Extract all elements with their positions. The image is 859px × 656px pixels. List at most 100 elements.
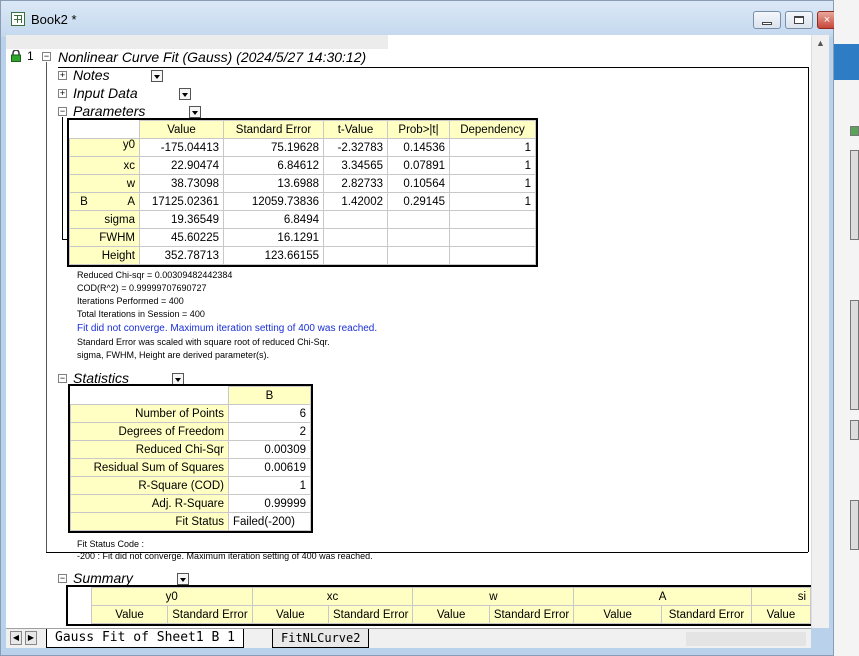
notes-dropdown[interactable] — [151, 70, 163, 82]
stat-value[interactable]: 0.00309 — [228, 440, 311, 459]
param-p[interactable] — [387, 228, 450, 247]
param-t[interactable]: 1.42002 — [323, 192, 388, 211]
report-sheet[interactable]: 1 − Nonlinear Curve Fit (Gauss) (2024/5/… — [6, 35, 811, 628]
collapse-statistics-toggle[interactable]: − — [58, 374, 67, 383]
collapse-summary-toggle[interactable]: − — [58, 574, 67, 583]
summary-group-sigma[interactable]: si — [750, 587, 811, 606]
param-t[interactable] — [323, 246, 388, 265]
summary-col-se[interactable]: Standard Error — [488, 605, 575, 624]
table-row[interactable]: Height 352.78713 123.66155 — [69, 246, 536, 265]
summary-col-value[interactable]: Value — [412, 605, 490, 624]
table-row[interactable]: w 38.73098 13.6988 2.82733 0.10564 1 — [69, 174, 536, 193]
param-value[interactable]: 22.90474 — [139, 156, 224, 175]
table-row[interactable]: FWHM 45.60225 16.1291 — [69, 228, 536, 247]
tab-gauss-fit[interactable]: Gauss Fit of Sheet1 B 1 — [46, 629, 245, 648]
parameters-dropdown[interactable] — [189, 106, 201, 118]
table-row[interactable]: Adj. R-Square 0.99999 — [70, 494, 311, 513]
section-statistics[interactable]: Statistics — [73, 370, 129, 386]
param-t[interactable]: -2.32783 — [323, 138, 388, 157]
table-row[interactable]: y0 -175.04413 75.19628 -2.32783 0.14536 … — [69, 138, 536, 157]
summary-col-se[interactable]: Standard Error — [167, 605, 253, 624]
section-input-data[interactable]: Input Data — [73, 85, 138, 101]
param-t[interactable] — [323, 228, 388, 247]
scroll-up-icon[interactable]: ▲ — [816, 38, 825, 48]
restore-button[interactable] — [785, 11, 813, 29]
expand-notes-toggle[interactable]: + — [58, 71, 67, 80]
summary-col-se[interactable]: Standard Error — [661, 605, 752, 624]
table-row[interactable]: Number of Points 6 — [70, 404, 311, 423]
col-header-value[interactable]: Value — [139, 120, 224, 139]
param-se[interactable]: 75.19628 — [223, 138, 324, 157]
horizontal-scrollbar[interactable] — [686, 632, 806, 646]
param-p[interactable] — [387, 246, 450, 265]
summary-group-y0[interactable]: y0 — [90, 587, 253, 606]
param-value[interactable]: -175.04413 — [139, 138, 224, 157]
stat-value[interactable]: 0.99999 — [228, 494, 311, 513]
section-parameters[interactable]: Parameters — [73, 103, 145, 119]
table-row[interactable]: Residual Sum of Squares 0.00619 — [70, 458, 311, 477]
col-header-b[interactable]: B — [228, 386, 311, 405]
tab-fitnlcurve2[interactable]: FitNLCurve2 — [272, 629, 370, 648]
param-dep[interactable]: 1 — [449, 156, 536, 175]
col-header-dependency[interactable]: Dependency — [449, 120, 536, 139]
table-row[interactable]: sigma 19.36549 6.8494 — [69, 210, 536, 229]
stat-value[interactable]: 1 — [228, 476, 311, 495]
tab-prev-icon[interactable]: ◀ — [10, 631, 22, 645]
vertical-scrollbar[interactable]: ▲ — [811, 35, 829, 628]
statistics-dropdown[interactable] — [172, 373, 184, 385]
param-value[interactable]: 19.36549 — [139, 210, 224, 229]
param-se[interactable]: 6.8494 — [223, 210, 324, 229]
table-row[interactable]: B A 17125.02361 12059.73836 1.42002 0.291… — [69, 192, 536, 211]
param-se[interactable]: 13.6988 — [223, 174, 324, 193]
param-p[interactable]: 0.07891 — [387, 156, 450, 175]
param-t[interactable]: 3.34565 — [323, 156, 388, 175]
section-notes[interactable]: Notes — [73, 67, 110, 83]
param-p[interactable]: 0.10564 — [387, 174, 450, 193]
title-bar[interactable]: Book2 * × — [1, 1, 837, 37]
table-row[interactable]: Degrees of Freedom 2 — [70, 422, 311, 441]
col-header-prob[interactable]: Prob>|t| — [387, 120, 450, 139]
param-t[interactable] — [323, 210, 388, 229]
table-row[interactable]: Fit Status Failed(-200) — [70, 512, 311, 531]
param-dep[interactable] — [449, 210, 536, 229]
summary-col-value[interactable]: Value — [573, 605, 663, 624]
summary-col-se[interactable]: Standard Error — [328, 605, 414, 624]
param-value[interactable]: 352.78713 — [139, 246, 224, 265]
param-p[interactable]: 0.14536 — [387, 138, 450, 157]
stat-value[interactable]: 2 — [228, 422, 311, 441]
param-se[interactable]: 16.1291 — [223, 228, 324, 247]
param-dep[interactable]: 1 — [449, 138, 536, 157]
param-dep[interactable] — [449, 246, 536, 265]
param-se[interactable]: 6.84612 — [223, 156, 324, 175]
param-se[interactable]: 123.66155 — [223, 246, 324, 265]
minimize-button[interactable] — [753, 11, 781, 29]
summary-group-a[interactable]: A — [573, 587, 752, 606]
param-value[interactable]: 17125.02361 — [139, 192, 224, 211]
summary-dropdown[interactable] — [177, 573, 189, 585]
tab-next-icon[interactable]: ▶ — [25, 631, 37, 645]
summary-col-value[interactable]: Value — [90, 605, 169, 624]
param-se[interactable]: 12059.73836 — [223, 192, 324, 211]
section-summary[interactable]: Summary — [73, 570, 133, 586]
summary-col-value[interactable]: Value — [750, 605, 811, 624]
table-row[interactable]: R-Square (COD) 1 — [70, 476, 311, 495]
collapse-report-toggle[interactable]: − — [42, 52, 51, 61]
param-p[interactable] — [387, 210, 450, 229]
stat-value[interactable]: 0.00619 — [228, 458, 311, 477]
stat-value[interactable]: Failed(-200) — [228, 512, 311, 531]
col-header-standard-error[interactable]: Standard Error — [223, 120, 324, 139]
collapse-parameters-toggle[interactable]: − — [58, 107, 67, 116]
stat-value[interactable]: 6 — [228, 404, 311, 423]
param-dep[interactable]: 1 — [449, 192, 536, 211]
table-row[interactable]: xc 22.90474 6.84612 3.34565 0.07891 1 — [69, 156, 536, 175]
param-value[interactable]: 45.60225 — [139, 228, 224, 247]
input-data-dropdown[interactable] — [179, 88, 191, 100]
expand-input-data-toggle[interactable]: + — [58, 89, 67, 98]
summary-group-xc[interactable]: xc — [251, 587, 414, 606]
param-p[interactable]: 0.29145 — [387, 192, 450, 211]
summary-col-value[interactable]: Value — [251, 605, 330, 624]
table-row[interactable]: Reduced Chi-Sqr 0.00309 — [70, 440, 311, 459]
summary-group-w[interactable]: w — [412, 587, 575, 606]
param-value[interactable]: 38.73098 — [139, 174, 224, 193]
param-dep[interactable] — [449, 228, 536, 247]
